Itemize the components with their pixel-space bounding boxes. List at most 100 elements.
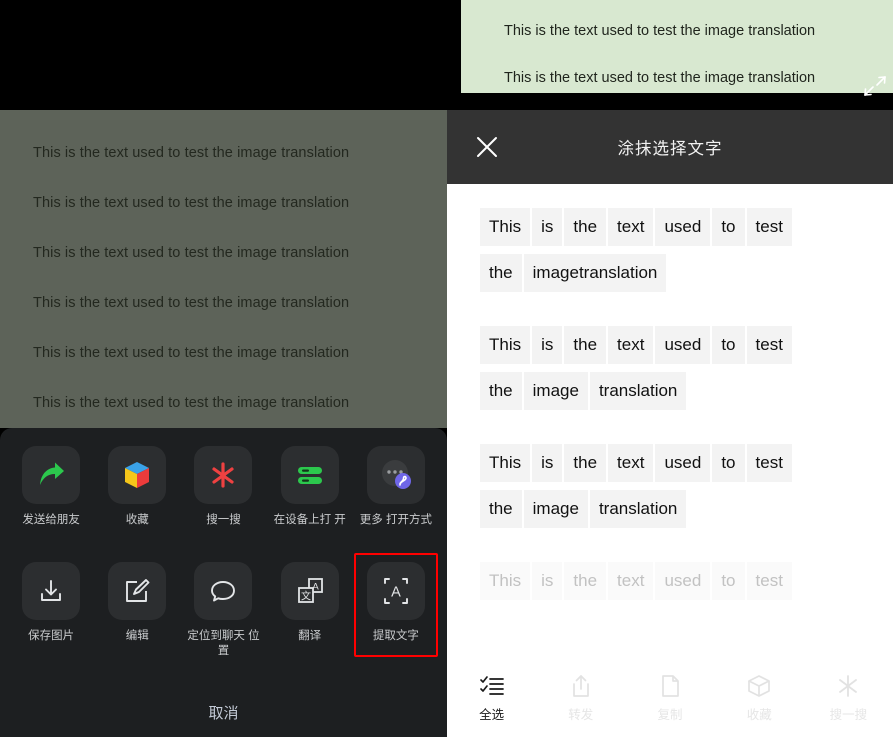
ocr-toolbar: 全选 转发 复制 收藏 搜一搜: [447, 659, 893, 737]
search-asterisk-icon: [835, 673, 861, 699]
translate-icon: A 文: [294, 575, 326, 607]
word-chip[interactable]: test: [746, 444, 792, 482]
preview-line: This is the text used to test the image …: [33, 395, 350, 411]
share-item-locate-chat[interactable]: 定位到聊天 位置: [180, 562, 266, 659]
extract-text-icon: A: [380, 575, 412, 607]
share-item-more-open-with[interactable]: 更多 打开方式: [353, 446, 439, 528]
word-chip[interactable]: used: [655, 562, 711, 600]
word-chip[interactable]: to: [712, 208, 745, 246]
word-chip[interactable]: This: [480, 326, 531, 364]
share-item-open-on-device[interactable]: 在设备上打 开: [267, 446, 353, 528]
banner-line: This is the text used to test the image …: [504, 70, 816, 86]
share-tile[interactable]: A: [366, 562, 425, 620]
close-icon[interactable]: [474, 134, 500, 160]
word-chip[interactable]: the: [480, 372, 522, 410]
word-chip[interactable]: is: [532, 562, 563, 600]
toolbar-item-favorite[interactable]: 收藏: [715, 673, 804, 723]
share-item-send-to-friend[interactable]: 发送给朋友: [8, 446, 94, 528]
word-chip[interactable]: the: [564, 208, 607, 246]
word-chip[interactable]: is: [532, 208, 563, 246]
word-chip[interactable]: the: [564, 444, 607, 482]
diagonal-resize-icon[interactable]: [859, 71, 889, 101]
save-image-icon: [36, 576, 66, 606]
word-chip[interactable]: translation: [589, 372, 687, 410]
preview-line: This is the text used to test the image …: [33, 295, 350, 311]
ocr-panel: 涂抹选择文字 This is the text used to test the: [447, 110, 893, 737]
word-chip[interactable]: used: [655, 208, 711, 246]
share-tile[interactable]: [22, 562, 81, 620]
word-chip[interactable]: test: [746, 208, 792, 246]
banner-line: This is the text used to test the image …: [504, 23, 816, 39]
word-chip[interactable]: image: [523, 372, 588, 410]
forward-icon: [568, 673, 594, 699]
word-chip[interactable]: to: [712, 562, 745, 600]
share-item-label: 搜一搜: [206, 514, 241, 526]
word-chip[interactable]: imagetranslation: [523, 254, 667, 292]
word-chip[interactable]: image: [523, 490, 588, 528]
word-chip[interactable]: This: [480, 444, 531, 482]
toolbar-item-forward[interactable]: 转发: [536, 673, 625, 723]
svg-text:文: 文: [301, 590, 311, 603]
share-item-translate[interactable]: A 文 翻译: [267, 562, 353, 659]
share-item-save-image[interactable]: 保存图片: [8, 562, 94, 659]
share-tile[interactable]: [194, 446, 253, 504]
toolbar-item-search[interactable]: 搜一搜: [804, 673, 893, 723]
preview-line: This is the text used to test the image …: [33, 245, 350, 261]
word-chip[interactable]: text: [608, 326, 654, 364]
word-chip[interactable]: is: [532, 444, 563, 482]
share-item-label: 保存图片: [28, 630, 75, 642]
word-chip[interactable]: This: [480, 208, 531, 246]
preview-line: This is the text used to test the image …: [33, 345, 350, 361]
share-tile[interactable]: [22, 446, 81, 504]
share-item-edit[interactable]: 编辑: [94, 562, 180, 659]
word-chip[interactable]: the: [564, 326, 607, 364]
word-chip[interactable]: This: [480, 562, 531, 600]
word-group: This is the text used to test the imaget…: [480, 208, 860, 300]
translation-result-banner: This is the text used to test the image …: [461, 0, 893, 96]
screen: This is the text used to test the image …: [0, 0, 893, 737]
word-chip[interactable]: text: [608, 562, 654, 600]
share-tile[interactable]: [108, 562, 167, 620]
preview-line: This is the text used to test the image …: [33, 195, 350, 211]
word-chip[interactable]: test: [746, 562, 792, 600]
word-row: This is the text used to test: [480, 326, 860, 372]
share-item-favorites[interactable]: 收藏: [94, 446, 180, 528]
toolbar-item-label: 全选: [479, 708, 505, 722]
word-chip[interactable]: to: [712, 444, 745, 482]
word-chip[interactable]: the: [564, 562, 607, 600]
word-chip[interactable]: the: [480, 254, 522, 292]
copy-icon: [657, 673, 683, 699]
share-tile[interactable]: [108, 446, 167, 504]
toolbar-item-select-all[interactable]: 全选: [447, 673, 536, 723]
cancel-button[interactable]: 取消: [0, 694, 447, 731]
word-chip[interactable]: to: [712, 326, 745, 364]
share-item-label: 编辑: [125, 630, 149, 642]
svg-text:A: A: [391, 585, 401, 601]
word-group: This is the text used to test the image …: [480, 444, 860, 536]
word-chip[interactable]: text: [608, 444, 654, 482]
word-chip[interactable]: text: [608, 208, 654, 246]
locate-chat-icon: [208, 576, 238, 606]
share-tile[interactable]: [280, 446, 339, 504]
share-item-label: 提取文字: [372, 630, 419, 642]
word-chip[interactable]: translation: [589, 490, 687, 528]
share-tile[interactable]: [194, 562, 253, 620]
word-chip[interactable]: used: [655, 326, 711, 364]
share-arrow-icon: [34, 458, 68, 492]
share-item-label: 翻译: [298, 630, 322, 642]
toolbar-item-label: 转发: [568, 708, 594, 722]
word-row: This is the text used to test: [480, 208, 860, 254]
word-chip[interactable]: is: [532, 326, 563, 364]
toolbar-item-label: 搜一搜: [829, 708, 868, 722]
share-tile[interactable]: [366, 446, 425, 504]
word-chip[interactable]: test: [746, 326, 792, 364]
share-item-extract-text[interactable]: A 提取文字: [353, 562, 439, 659]
left-pane: This is the text used to test the image …: [0, 0, 447, 737]
share-tile[interactable]: A 文: [280, 562, 339, 620]
share-item-search[interactable]: 搜一搜: [180, 446, 266, 528]
image-preview[interactable]: This is the text used to test the image …: [0, 110, 447, 428]
toolbar-item-copy[interactable]: 复制: [625, 673, 714, 723]
ocr-word-list[interactable]: This is the text used to test the imaget…: [447, 184, 893, 737]
word-chip[interactable]: the: [480, 490, 522, 528]
word-chip[interactable]: used: [655, 444, 711, 482]
